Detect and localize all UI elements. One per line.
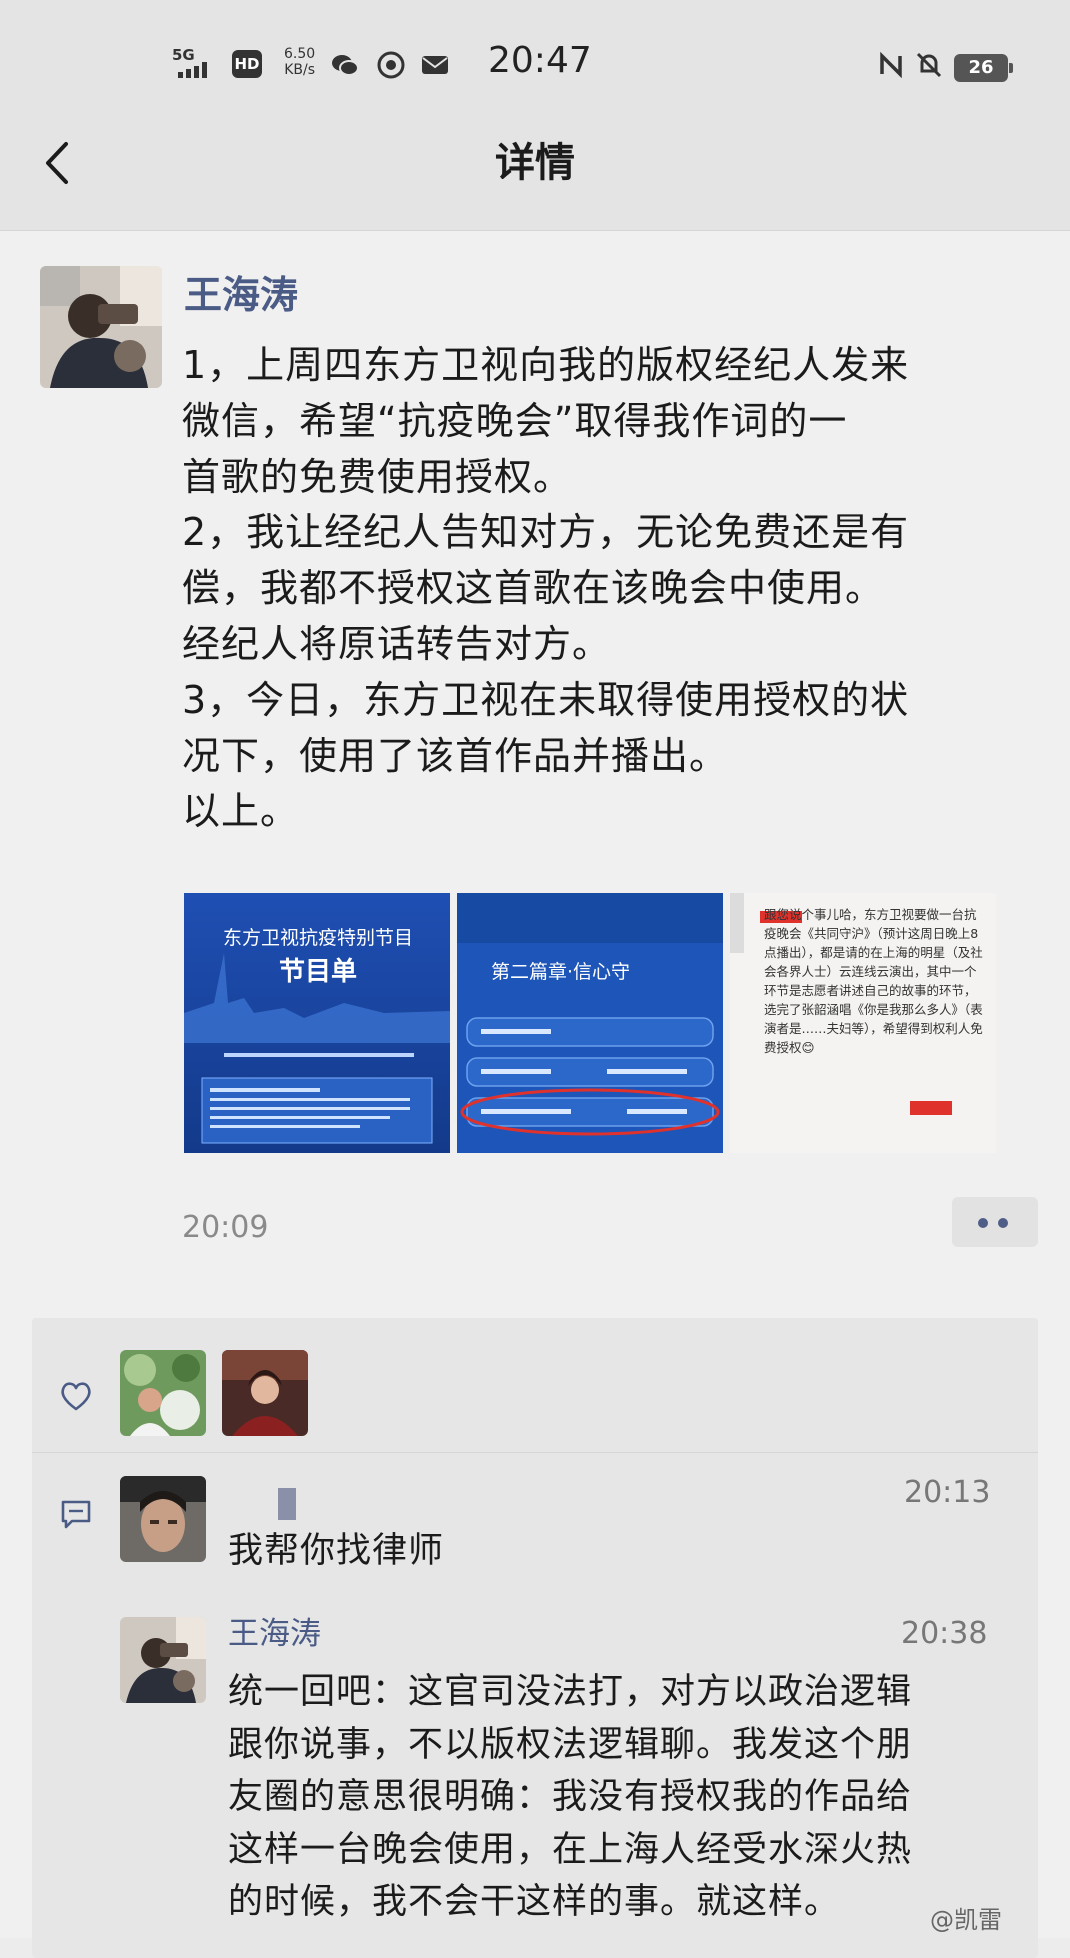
- photo2-title: 第二篇章·信心守: [491, 961, 631, 983]
- commenter-avatar[interactable]: [120, 1617, 206, 1703]
- post-line: 首歌的免费使用授权。: [182, 454, 573, 499]
- post-time: 20:09: [182, 1210, 269, 1245]
- post-photo-chat-screenshot[interactable]: 跟您说个事儿哈，东方卫视要做一台抗疫晚会《共同守沪》（预计这周日晚上8点播出），…: [730, 893, 996, 1153]
- mail-icon: [422, 56, 448, 74]
- battery-level: 26: [954, 54, 1013, 82]
- location-icon: [377, 51, 405, 79]
- divider: [32, 1452, 1038, 1453]
- more-dots-icon[interactable]: [952, 1197, 1038, 1247]
- commenter-avatar[interactable]: [120, 1476, 206, 1562]
- post-photo-chapter-list[interactable]: 第二篇章·信心守: [457, 893, 723, 1153]
- mute-bell-icon: [916, 52, 942, 78]
- photo3-text: 跟您说个事儿哈，东方卫视要做一台抗疫晚会《共同守沪》（预计这周日晚上8点播出），…: [764, 907, 983, 1055]
- heart-icon: [61, 1382, 91, 1411]
- comment-line: 统一回吧：这官司没法打，对方以政治逻辑: [228, 1672, 913, 1712]
- nfc-icon: [880, 51, 902, 79]
- redacted-name-mark: [278, 1488, 296, 1520]
- author-avatar[interactable]: [40, 266, 162, 388]
- photo1-subtitle: 节目单: [278, 957, 357, 987]
- post-line: 微信，希望“抗疫晚会”取得我作词的一: [182, 398, 848, 443]
- post-line: 2，我让经纪人告知对方，无论免费还是有: [182, 510, 910, 555]
- comment-text: 我帮你找律师: [228, 1525, 444, 1578]
- comment-text: 统一回吧：这官司没法打，对方以政治逻辑 跟你说事，不以版权法逻辑聊。我发这个朋 …: [228, 1666, 1038, 1929]
- post-line: 3，今日，东方卫视在未取得使用授权的状: [182, 677, 910, 722]
- commenter-name[interactable]: 王海涛: [228, 1614, 321, 1654]
- post-line: 偿，我都不授权这首歌在该晚会中使用。: [182, 566, 885, 611]
- comment-line: 跟你说事，不以版权法逻辑聊。我发这个朋: [228, 1724, 913, 1765]
- comment-line: 友圈的意思很明确：我没有授权我的作品给: [228, 1777, 913, 1817]
- network-speed: 6.50 KB/s: [284, 46, 316, 78]
- post-photo-program-list[interactable]: 东方卫视抗疫特别节目 节目单: [184, 893, 450, 1153]
- status-bar: 5G HD 6.50 KB/s 20:47 26: [0, 0, 1070, 130]
- watermark: @凯雷: [930, 1906, 1002, 1934]
- wechat-icon: [332, 55, 359, 76]
- comment-time: 20:13: [904, 1475, 991, 1510]
- post-line: 以上。: [182, 789, 300, 834]
- author-name[interactable]: 王海涛: [184, 270, 298, 320]
- post-line: 1，上周四东方卫视向我的版权经纪人发来: [182, 343, 910, 387]
- photo1-title: 东方卫视抗疫特别节目: [222, 927, 413, 949]
- hd-badge: HD: [232, 50, 262, 78]
- post-text: 1，上周四东方卫视向我的版权经纪人发来 微信，希望“抗疫晚会”取得我作词的一 首…: [182, 338, 1042, 840]
- comment-line: 这样一台晚会使用，在上海人经受水深火热: [228, 1829, 913, 1870]
- comment-icon: [61, 1500, 91, 1529]
- comment-line: 的时候，我不会干这样的事。就这样。: [228, 1882, 841, 1922]
- page-title: 详情: [495, 140, 575, 186]
- clock: 20:47: [488, 40, 592, 81]
- liker-avatar[interactable]: [222, 1350, 308, 1436]
- comment-line: 我帮你找律师: [228, 1531, 445, 1571]
- signal-icon: [178, 62, 207, 78]
- post-line: 经纪人将原话转告对方。: [182, 621, 612, 666]
- post-line: 况下，使用了该首作品并播出。: [182, 733, 729, 778]
- liker-avatar[interactable]: [120, 1350, 206, 1436]
- comment-time: 20:38: [901, 1616, 988, 1651]
